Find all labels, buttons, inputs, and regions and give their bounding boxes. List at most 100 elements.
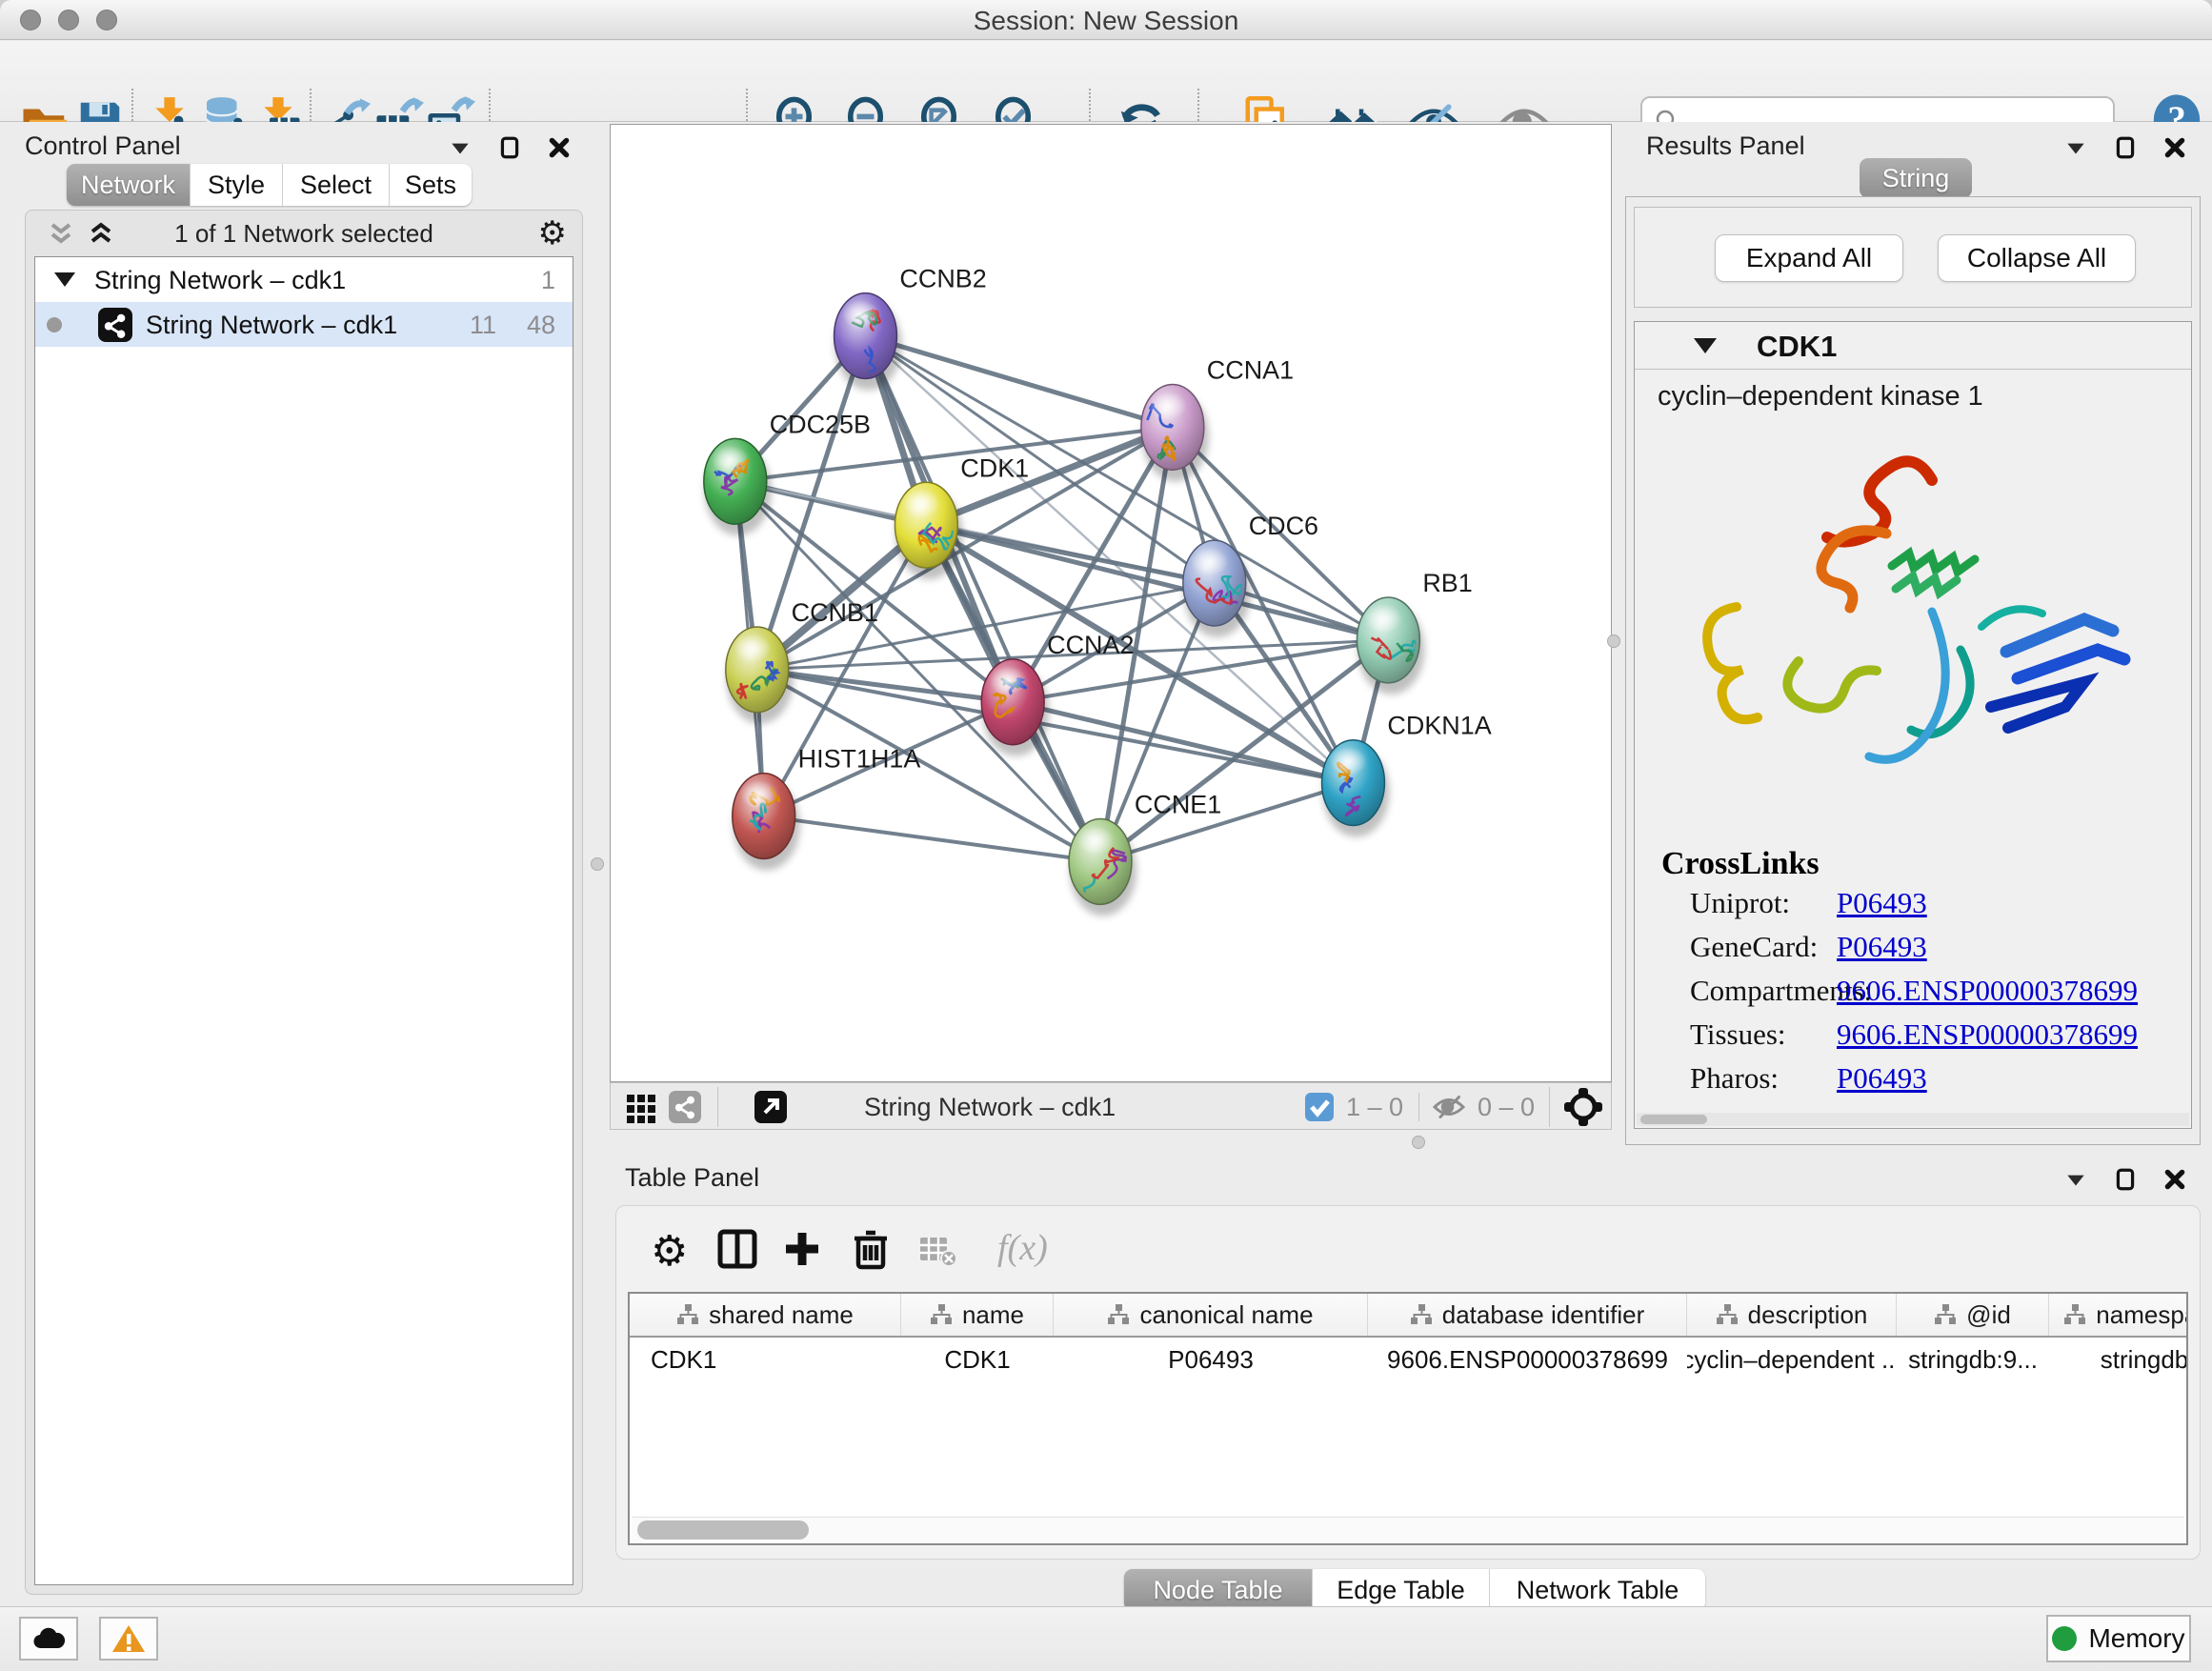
cloud-status-button[interactable]: [19, 1617, 78, 1661]
delete-column-icon[interactable]: [849, 1227, 893, 1271]
close-panel-icon[interactable]: [2162, 135, 2187, 160]
table-panel: Table Panel ⚙: [610, 1156, 2212, 1606]
control-panel-title: Control Panel: [25, 131, 181, 161]
column-header-label: shared name: [709, 1300, 854, 1330]
tab-network[interactable]: Network: [67, 164, 191, 206]
tab-sets[interactable]: Sets: [390, 164, 472, 206]
table-settings-gear-icon[interactable]: ⚙: [651, 1227, 694, 1271]
table-cell[interactable]: CDK1: [901, 1338, 1054, 1381]
grid-view-icon[interactable]: [624, 1090, 658, 1124]
column-header-canonical-name[interactable]: canonical name: [1054, 1294, 1368, 1336]
detach-view-icon[interactable]: [754, 1090, 788, 1124]
network-node[interactable]: [733, 774, 800, 871]
main-area: Control Panel NetworkStyleSelectSets 1 o…: [0, 122, 2212, 1606]
memory-status-button[interactable]: Memory: [2046, 1615, 2191, 1662]
expand-collapse-bar: Expand All Collapse All: [1634, 207, 2192, 308]
string-results-content: Expand All Collapse All CDK1 cyclin–depe…: [1625, 196, 2201, 1145]
crosslink-link[interactable]: 9606.ENSP00000378699: [1837, 974, 2138, 1008]
network-node[interactable]: [1322, 740, 1390, 837]
table-cell[interactable]: cyclin–dependent ...: [1687, 1338, 1897, 1381]
network-edge[interactable]: [866, 336, 1389, 640]
network-node[interactable]: [1357, 597, 1424, 695]
node-label: HIST1H1A: [798, 745, 921, 774]
tab-select[interactable]: Select: [283, 164, 390, 206]
column-type-icon: [676, 1303, 699, 1326]
node-label: CDK1: [960, 453, 1029, 482]
column-header-description[interactable]: description: [1687, 1294, 1897, 1336]
node-label: CDC25B: [770, 410, 871, 438]
network-options-gear-icon[interactable]: ⚙: [538, 214, 567, 252]
delete-table-icon[interactable]: [919, 1235, 957, 1267]
tab-edge-table[interactable]: Edge Table: [1313, 1569, 1490, 1611]
horizontal-splitter-handle[interactable]: [1412, 1136, 1425, 1149]
network-edge[interactable]: [866, 336, 1173, 428]
hidden-node-edge-counts: 0 – 0: [1478, 1093, 1535, 1122]
crosslink-link[interactable]: P06493: [1837, 930, 1927, 964]
float-panel-icon[interactable]: [2113, 1167, 2138, 1192]
table-cell[interactable]: P06493: [1054, 1338, 1368, 1381]
cloud-icon: [31, 1623, 66, 1654]
collapse-section-icon[interactable]: [1694, 338, 1717, 353]
panel-menu-icon[interactable]: [448, 135, 473, 160]
float-panel-icon[interactable]: [2113, 135, 2138, 160]
add-column-icon[interactable]: [780, 1227, 824, 1271]
column-header-database-identifier[interactable]: database identifier: [1368, 1294, 1687, 1336]
table-panel-title: Table Panel: [625, 1163, 759, 1193]
network-node[interactable]: [981, 659, 1049, 756]
crosslink-link[interactable]: 9606.ENSP00000378699: [1837, 1017, 2138, 1052]
network-node[interactable]: [1069, 819, 1136, 925]
crosslink-link[interactable]: P06493: [1837, 886, 1927, 920]
table-scroll-thumb[interactable]: [637, 1520, 809, 1540]
panel-menu-icon[interactable]: [2063, 135, 2088, 160]
column-header-namespace[interactable]: namespace: [2049, 1294, 2188, 1336]
network-node[interactable]: [835, 293, 902, 391]
network-node[interactable]: [1141, 384, 1209, 481]
network-badge-icon[interactable]: [668, 1090, 702, 1124]
network-tree-row[interactable]: String Network – cdk1 1: [35, 257, 573, 302]
column-header-label: database identifier: [1442, 1300, 1644, 1330]
network-tree-row[interactable]: String Network – cdk14811: [35, 302, 573, 347]
network-selection-status: 1 of 1 Network selected: [26, 219, 582, 249]
protein-card-scroll-thumb[interactable]: [1640, 1115, 1707, 1124]
float-panel-icon[interactable]: [497, 135, 522, 160]
show-columns-icon[interactable]: [715, 1227, 759, 1271]
network-edge[interactable]: [757, 670, 1013, 702]
warnings-button[interactable]: [99, 1617, 158, 1661]
vertical-splitter-handle[interactable]: [591, 857, 604, 871]
tab-style[interactable]: Style: [191, 164, 283, 206]
network-canvas[interactable]: CCNB2CCNA1CDC25BCDK1CDC6RB1CCNB1CCNA2CDK…: [610, 124, 1612, 1082]
network-edge[interactable]: [764, 816, 1100, 862]
panel-menu-icon[interactable]: [2063, 1167, 2088, 1192]
column-header-name[interactable]: name: [901, 1294, 1054, 1336]
hidden-eye-icon[interactable]: [1432, 1090, 1466, 1124]
expand-all-button[interactable]: Expand All: [1715, 234, 1903, 282]
crosslink-row: GeneCard:P06493: [1635, 930, 2191, 974]
vertical-splitter-handle[interactable]: [1607, 634, 1620, 648]
close-panel-icon[interactable]: [2162, 1167, 2187, 1192]
network-edge[interactable]: [866, 336, 1101, 862]
birdseye-toggle-icon[interactable]: [1563, 1087, 1603, 1127]
column-header-shared-name[interactable]: shared name: [630, 1294, 901, 1336]
column-header-@id[interactable]: @id: [1897, 1294, 2049, 1336]
crosslink-row: Tissues:9606.ENSP00000378699: [1635, 1017, 2191, 1061]
network-tab-content: 1 of 1 Network selected ⚙ String Network…: [25, 210, 583, 1595]
table-cell[interactable]: CDK1: [630, 1338, 901, 1381]
selected-checkbox-icon[interactable]: [1304, 1092, 1335, 1122]
close-panel-icon[interactable]: [547, 135, 572, 160]
protein-card: CDK1 cyclin–dependent kinase 1: [1634, 321, 2192, 1129]
tab-string[interactable]: String: [1860, 158, 1972, 198]
crosslink-link[interactable]: P06493: [1837, 1061, 1927, 1096]
network-tree-label: String Network – cdk1: [94, 266, 346, 295]
network-node[interactable]: [726, 627, 794, 724]
network-node[interactable]: [895, 482, 962, 579]
tab-network-table[interactable]: Network Table: [1490, 1569, 1705, 1611]
collapse-all-button[interactable]: Collapse All: [1938, 234, 2136, 282]
table-cell[interactable]: stringdb:9...: [1897, 1338, 2049, 1381]
tree-expander-icon[interactable]: [54, 272, 75, 287]
network-tree-count: 1: [541, 266, 555, 295]
network-edge[interactable]: [1013, 702, 1353, 783]
tab-node-table[interactable]: Node Table: [1124, 1569, 1313, 1611]
table-cell[interactable]: 9606.ENSP00000378699: [1368, 1338, 1687, 1381]
table-cell[interactable]: stringdb: [2049, 1338, 2188, 1381]
crosslink-row: Uniprot:P06493: [1635, 886, 2191, 930]
